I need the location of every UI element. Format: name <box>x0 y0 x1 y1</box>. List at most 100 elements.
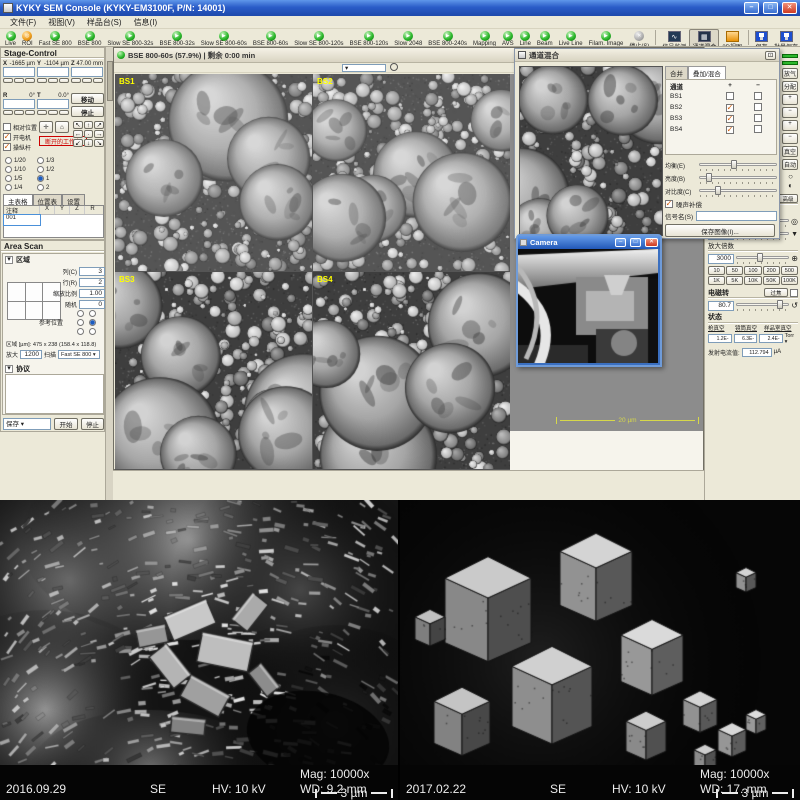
collapse-icon[interactable]: ▾ <box>5 365 13 373</box>
contrast-slider[interactable] <box>699 186 777 198</box>
toolbar-button[interactable]: ▶Mapping <box>470 29 499 47</box>
toolbar-button[interactable]: ▦通道混合 <box>689 29 719 47</box>
signal-name-input[interactable] <box>696 211 777 221</box>
mag-preset-button[interactable]: 200 <box>763 266 780 275</box>
mag-preset-button[interactable]: 10 <box>708 266 725 275</box>
save-mode-select[interactable]: 保存 ▾ <box>3 418 51 430</box>
toolbar-button[interactable]: 保存 <box>752 29 771 47</box>
area-mag-input[interactable]: 1200 <box>20 350 42 359</box>
jog-speed-option[interactable]: 1/10 <box>5 165 37 174</box>
center-stage-button[interactable]: ✛ <box>39 121 53 133</box>
left-panel-scrollbar[interactable] <box>105 47 113 500</box>
stage-y-input[interactable] <box>37 67 69 77</box>
channel-minus-checkbox[interactable] <box>754 125 762 133</box>
toolbar-button[interactable]: 批量保存 <box>771 29 800 47</box>
channel-plus-checkbox[interactable]: ✓ <box>726 115 734 123</box>
jog-speed-option[interactable]: 1/2 <box>37 165 69 174</box>
magnification-slider[interactable] <box>736 253 789 265</box>
toolbar-button[interactable]: ▶Slow 2048 <box>391 29 425 47</box>
toolbar-button[interactable]: ▶Filam. Image <box>586 29 627 47</box>
motor-on-checkbox[interactable]: ✓ <box>3 133 11 141</box>
toolbar-button[interactable]: ▶AVS <box>499 29 517 47</box>
overlap-input[interactable]: 1.00 <box>79 289 105 298</box>
camera-maximize-button[interactable]: □ <box>630 238 641 247</box>
vacuum-unit-select[interactable]: Torr ▾ <box>785 333 798 345</box>
toolbar-button[interactable]: ▶Slow SE 800-60s <box>198 29 250 47</box>
menu-item[interactable]: 视图(V) <box>42 17 81 28</box>
close-button[interactable]: ✕ <box>782 2 797 14</box>
columns-input[interactable]: 3 <box>79 267 105 276</box>
stage-stop-button[interactable]: 停止 <box>71 106 104 117</box>
mag-preset-button[interactable]: 100K <box>781 276 798 285</box>
area-start-button[interactable]: 开始 <box>54 418 78 430</box>
speed-radio[interactable] <box>5 166 12 173</box>
brightness-slider[interactable] <box>699 173 777 185</box>
mag-preset-button[interactable]: 100 <box>744 266 761 275</box>
mag-preset-button[interactable]: 50 <box>726 266 743 275</box>
channel-plus-checkbox[interactable]: ✓ <box>726 104 734 112</box>
toolbar-button[interactable]: ▶Slow SE 800-120s <box>291 29 346 47</box>
rows-input[interactable]: 2 <box>79 278 105 287</box>
tab-merge[interactable]: 合并 <box>665 66 688 79</box>
area-scan-select[interactable]: Fast SE 800 ▾ <box>58 350 100 359</box>
rotation-slider[interactable] <box>736 300 789 312</box>
speed-radio[interactable] <box>37 184 44 191</box>
tab-overlay[interactable]: 叠加/混合 <box>688 66 726 79</box>
toolbar-button[interactable]: ▶Fast SE 800 <box>36 29 75 47</box>
sem-quadrant-image[interactable] <box>115 74 312 271</box>
toolbar-button[interactable]: ▶Live <box>2 29 19 47</box>
sem-quadrant-image[interactable] <box>115 272 312 469</box>
channel-minus-checkbox[interactable] <box>754 114 762 122</box>
panel-fragment-button[interactable]: 真空 <box>782 146 798 157</box>
toolbar-button[interactable]: ▶BSE 800-32s <box>156 29 197 47</box>
stage-t-input[interactable] <box>37 99 69 109</box>
magnification-value[interactable]: 3000 <box>708 254 734 264</box>
speed-radio[interactable] <box>5 157 12 164</box>
joystick-checkbox[interactable]: ✓ <box>3 143 11 151</box>
panel-fragment-button[interactable]: 分配 <box>782 81 798 92</box>
stage-z-input[interactable] <box>71 67 103 77</box>
channel-plus-checkbox[interactable] <box>726 92 734 100</box>
toolbar-button[interactable]: 3D视图 <box>719 29 745 47</box>
camera-close-button[interactable]: ✕ <box>645 238 658 247</box>
table-row[interactable]: 001 <box>4 215 103 225</box>
channel-minus-checkbox[interactable] <box>754 92 762 100</box>
equalize-slider[interactable] <box>699 160 777 172</box>
focus-advanced-button[interactable]: 高级 <box>778 194 798 203</box>
jog-speed-option[interactable]: 2 <box>37 183 69 192</box>
jog-speed-option[interactable]: 1/3 <box>37 156 69 165</box>
speed-radio[interactable] <box>37 157 44 164</box>
toolbar-button[interactable]: ✕停止(S) <box>626 29 652 47</box>
camera-minimize-button[interactable]: – <box>615 238 626 247</box>
mag-preset-button[interactable]: 50K <box>763 276 780 285</box>
reference-selected-radio[interactable] <box>89 319 96 326</box>
speed-radio[interactable] <box>37 166 44 173</box>
stage-move-button[interactable]: 移动 <box>71 93 104 104</box>
protocol-list[interactable] <box>5 374 104 414</box>
panel-fragment-button[interactable]: − <box>782 107 798 118</box>
jog-speed-option[interactable]: 1/5 <box>5 174 37 183</box>
panel-fragment-button[interactable]: 自动 <box>782 159 798 170</box>
panel-fragment-button[interactable]: + <box>782 94 798 105</box>
menu-item[interactable]: 样品台(S) <box>81 17 128 28</box>
home-stage-button[interactable]: ⌂ <box>55 121 69 133</box>
mixed-image-preview[interactable] <box>519 66 663 236</box>
speed-radio[interactable] <box>37 175 44 182</box>
magnifier-icon[interactable] <box>390 63 398 71</box>
relative-position-checkbox[interactable] <box>3 123 11 131</box>
panel-fragment-button[interactable]: + <box>782 120 798 131</box>
zoom-select[interactable]: ▾ <box>342 64 386 72</box>
jog-speed-option[interactable]: 1/4 <box>5 183 37 192</box>
jog-speed-option[interactable]: 1 <box>37 174 69 183</box>
sem-quadrant-image[interactable] <box>313 272 510 469</box>
minimize-button[interactable]: – <box>744 2 759 14</box>
stage-x-input[interactable] <box>3 67 35 77</box>
collapse-icon[interactable]: ▾ <box>5 256 13 264</box>
menu-item[interactable]: 文件(F) <box>4 17 42 28</box>
menu-item[interactable]: 信息(I) <box>128 17 164 28</box>
toolbar-button[interactable]: ▶Live Line <box>556 29 586 47</box>
maximize-button[interactable]: □ <box>763 2 778 14</box>
noise-compensation-checkbox[interactable]: ✓ <box>665 200 673 208</box>
toolbar-button[interactable]: ▶BSE 800 <box>75 29 105 47</box>
rotation-checkbox[interactable] <box>790 289 798 297</box>
